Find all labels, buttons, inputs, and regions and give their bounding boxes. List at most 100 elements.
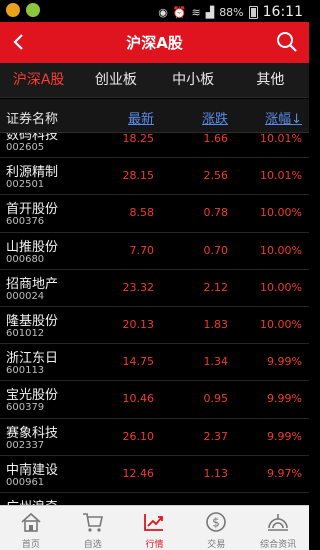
search-icon [277,32,297,52]
stock-price: 23.32 [122,280,155,294]
stock-name: 隆基股份 [6,313,59,329]
alarm-icon: ⏰ [172,5,187,19]
stock-code: 600379 [6,402,45,414]
column-header: 证券名称 最新 涨跌 涨幅↓ [0,99,309,133]
stock-name: 广州浪奇 [6,496,58,505]
stock-row[interactable]: 赛象科技 002337 26.10 2.37 9.99% [0,419,309,456]
stock-change: 0.78 [203,206,229,220]
stock-price: 20.13 [122,317,155,331]
stock-code: 000680 [6,253,45,265]
stock-row[interactable]: 招商地产 000024 23.32 2.12 10.00% [0,270,309,307]
stock-change: 0.70 [203,243,229,257]
stock-name: 中南建设 [6,462,59,478]
nav-news[interactable]: 综合资讯 [247,506,309,550]
clock: 16:11 [262,4,303,20]
stock-change: 2.12 [203,280,229,294]
tab-chinext[interactable]: 创业板 [77,63,154,97]
stock-pct: 10.01% [260,169,302,183]
notification-app-icon [6,3,20,17]
stock-code: 002501 [6,179,45,191]
stock-change: 1.13 [203,466,229,480]
stock-change: 0.95 [203,392,229,406]
sort-change-button[interactable]: 涨跌 [202,108,228,127]
stock-price: 26.10 [122,429,155,443]
stock-price: 12.46 [122,466,155,480]
svg-text:$: $ [212,516,220,530]
wifi-icon: ≋ [191,5,201,19]
radar-icon [268,514,289,531]
stock-row[interactable]: 数码科技 002605 18.25 1.66 10.01% [0,133,309,159]
stock-row[interactable]: 首开股份 600376 8.58 0.78 10.00% [0,195,309,233]
title-bar: 沪深A股 [0,22,309,63]
eye-icon: ◉ [158,5,168,19]
stock-change: 1.34 [203,355,229,369]
stock-price: 7.70 [129,243,155,257]
stock-pct: 9.99% [267,355,302,369]
signal-icon: ▟ [205,5,215,19]
stock-code: 000961 [6,476,45,488]
stock-code: 000024 [6,290,45,302]
notification-app-icon-2 [26,3,40,17]
stock-code: 600113 [6,365,45,377]
stock-name: 首开股份 [6,202,59,218]
home-icon [21,512,41,532]
nav-watchlist[interactable]: 自选 [62,506,124,550]
bottom-nav: 首页 自选 行情 $ 交易 综合资讯 [0,505,309,550]
search-button[interactable] [273,28,301,56]
stock-pct: 9.97% [267,466,302,480]
stock-change: 2.37 [203,429,229,443]
stock-row[interactable]: 浙江东日 600113 14.75 1.34 9.99% [0,344,309,382]
status-bar: ◉ ⏰ ≋ ▟ 88% 16:11 [0,0,309,22]
notification-icons [6,3,40,17]
nav-home-label: 首页 [21,540,40,550]
tab-sme[interactable]: 中小板 [155,63,232,97]
stock-code: 002337 [6,439,45,451]
stock-list[interactable]: 数码科技 002605 18.25 1.66 10.01% 利源精制 00250… [0,133,309,505]
system-status: ◉ ⏰ ≋ ▟ 88% 16:11 [158,4,303,20]
stock-name: 利源精制 [6,165,59,181]
stock-name: 招商地产 [6,276,59,292]
stock-pct: 9.99% [267,392,302,406]
stock-price: 10.46 [122,392,155,406]
stock-pct: 10.00% [260,280,302,294]
battery-icon [248,5,258,19]
stock-row[interactable]: 广州浪奇 000523 [0,493,309,505]
stock-name: 赛象科技 [6,425,59,441]
stock-name: 山推股份 [6,239,59,255]
stock-pct: 10.01% [260,133,302,145]
stock-change: 1.66 [203,133,229,145]
stock-code: 002605 [6,142,45,153]
stock-pct: 10.00% [260,317,302,331]
nav-market-label: 行情 [145,540,164,550]
tab-shsz-a[interactable]: 沪深A股 [0,63,77,97]
tab-other[interactable]: 其他 [232,63,309,97]
stock-pct: 9.99% [267,429,302,443]
nav-news-label: 综合资讯 [260,540,297,550]
stock-row[interactable]: 利源精制 002501 28.15 2.56 10.01% [0,158,309,196]
nav-market[interactable]: 行情 [124,506,186,550]
sort-pct-button[interactable]: 涨幅↓ [265,108,302,127]
stock-row[interactable]: 宝光股份 600379 10.46 0.95 9.99% [0,381,309,419]
stock-name: 浙江东日 [6,351,59,367]
sort-price-button[interactable]: 最新 [128,108,154,127]
stock-price: 28.15 [122,169,155,183]
nav-watchlist-label: 自选 [83,540,102,550]
stock-row[interactable]: 中南建设 000961 12.46 1.13 9.97% [0,456,309,493]
stock-pct: 10.00% [260,206,302,220]
stock-code: 601012 [6,327,45,339]
nav-home[interactable]: 首页 [0,506,62,550]
page-title: 沪深A股 [126,34,183,52]
cart-icon [82,513,103,532]
stock-row[interactable]: 山推股份 000680 7.70 0.70 10.00% [0,233,309,270]
trend-icon [144,514,164,531]
stock-price: 18.25 [122,133,155,145]
stock-change: 2.56 [203,169,229,183]
battery-percent: 88% [219,5,244,19]
nav-trade[interactable]: $ 交易 [185,506,247,550]
stock-name: 宝光股份 [6,388,59,404]
market-tabs: 沪深A股 创业板 中小板 其他 [0,63,309,98]
stock-row[interactable]: 隆基股份 601012 20.13 1.83 10.00% [0,307,309,345]
stock-price: 14.75 [122,355,155,369]
dollar-icon: $ [206,512,227,532]
stock-change: 1.83 [203,317,229,331]
